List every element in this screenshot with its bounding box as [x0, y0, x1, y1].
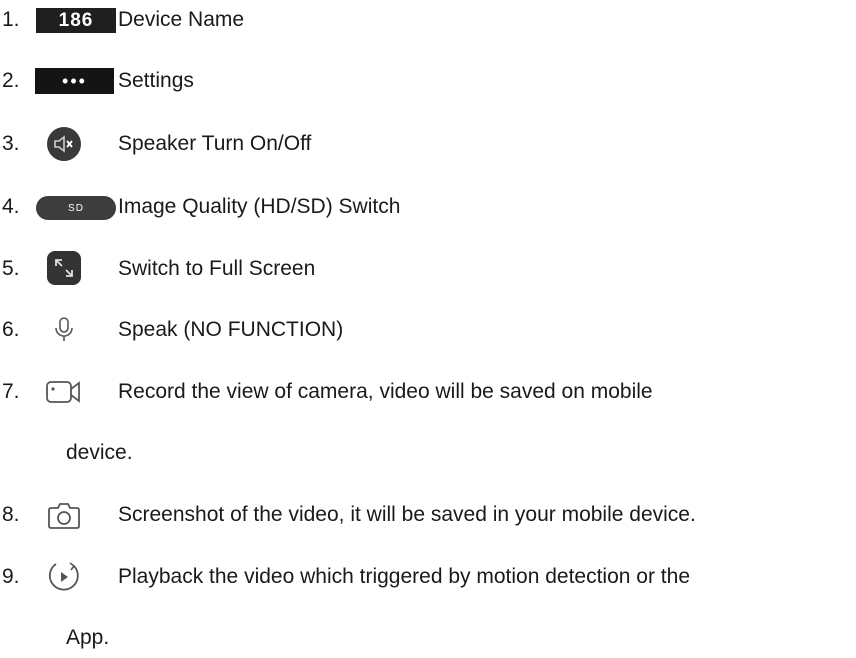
- item-description-continuation: App.: [66, 626, 110, 649]
- list-item: 9. Playback the video which triggered by…: [0, 557, 856, 649]
- fullscreen-icon: [47, 251, 81, 285]
- speaker-mute-icon: [47, 127, 81, 161]
- camera-icon: [45, 497, 83, 533]
- item-description: Speak (NO FUNCTION): [118, 318, 344, 341]
- list-item: 6. Speak (NO FUNCTION): [0, 310, 856, 350]
- item-description: Screenshot of the video, it will be save…: [118, 503, 696, 526]
- list-item: 4. SD Image Quality (HD/SD) Switch: [0, 187, 856, 227]
- item-description: Switch to Full Screen: [118, 257, 316, 280]
- item-description: Device Name: [118, 8, 245, 31]
- item-number: 2.: [2, 69, 20, 92]
- item-number: 5.: [2, 257, 20, 280]
- video-camera-icon: [45, 374, 83, 410]
- list-item: 8. Screenshot of the video, it will be s…: [0, 495, 856, 535]
- list-item: 7. Record the view of camera, video will…: [0, 372, 856, 464]
- item-description: Settings: [118, 69, 194, 92]
- item-number: 6.: [2, 318, 20, 341]
- sd-quality-pill-icon: SD: [36, 196, 116, 220]
- item-description-continuation: device.: [66, 441, 133, 464]
- list-item: 3. Speaker Turn On/Off: [0, 124, 856, 164]
- item-number: 7.: [2, 380, 20, 403]
- item-number: 9.: [2, 565, 20, 588]
- more-dots-icon: •••: [35, 68, 114, 94]
- item-number: 3.: [2, 132, 20, 155]
- list-item: 2. ••• Settings: [0, 61, 856, 101]
- item-number: 4.: [2, 195, 20, 218]
- item-description: Speaker Turn On/Off: [118, 132, 312, 155]
- item-number: 1.: [2, 8, 20, 31]
- list-item: 5. Switch to Full Screen: [0, 249, 856, 289]
- item-description: Image Quality (HD/SD) Switch: [118, 195, 401, 218]
- playback-icon: [45, 559, 83, 595]
- microphone-icon: [45, 312, 83, 348]
- item-description: Record the view of camera, video will be…: [118, 380, 653, 403]
- list-item: 1. 186 Device Name: [0, 0, 856, 40]
- item-number: 8.: [2, 503, 20, 526]
- device-name-badge-icon: 186: [36, 8, 116, 33]
- item-description: Playback the video which triggered by mo…: [118, 565, 690, 588]
